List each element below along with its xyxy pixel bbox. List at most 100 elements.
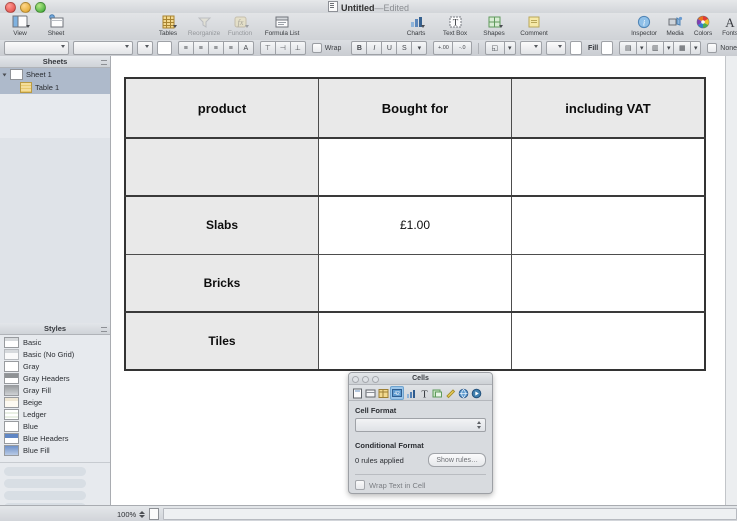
style-item-beige[interactable]: Beige [0,396,110,408]
disclosure-triangle-icon[interactable] [2,73,7,76]
vertical-scrollbar[interactable] [725,56,737,505]
toolbar-formula-list-button[interactable]: Formula List [258,13,306,37]
front-layer-button[interactable]: ▤ [619,41,638,55]
back-layer-menu[interactable]: ▾ [690,41,702,55]
font-style-select[interactable] [73,41,134,55]
table-row-header-cell[interactable]: Bricks [124,253,319,313]
table-header-cell[interactable]: product [124,77,319,139]
spreadsheet-table[interactable]: product Bought for including VAT Slabs £… [124,77,706,371]
style-item-blue-fill[interactable]: Blue Fill [0,444,110,456]
align-justify-button[interactable]: ≡ [222,41,239,55]
toolbar-colors-button[interactable]: Colors [689,13,717,37]
inspector-tab-graphic-icon[interactable] [431,387,443,399]
stroke-type-select[interactable] [519,41,542,55]
inspector-tab-quicktime-icon[interactable] [470,387,482,399]
toolbar-reorganize-button[interactable]: Reorganize [186,13,222,37]
stroke-style-button[interactable]: ◱ [484,41,505,55]
toolbar-text-box-button[interactable]: T Text Box [434,13,476,37]
table-cell[interactable] [511,311,706,371]
table-row-header-cell[interactable]: Tiles [124,311,319,371]
stepper-up-icon[interactable] [139,510,146,514]
inspector-tab-chart-icon[interactable] [405,387,417,399]
table-header-cell[interactable]: Bought for [318,77,512,139]
toolbar-tables-button[interactable]: Tables [150,13,186,37]
inspector-tab-cells-icon[interactable]: 42 [390,386,404,400]
none-checkbox[interactable]: None [707,43,737,53]
align-text-button[interactable]: A [237,41,254,55]
style-item-gray-headers[interactable]: Gray Headers [0,372,110,384]
stroke-menu-button[interactable]: ▾ [503,41,516,55]
stroke-width-select[interactable] [545,41,566,55]
resize-grip-icon[interactable] [101,327,107,332]
toolbar-media-button[interactable]: Media [661,13,689,37]
table-row-header-cell[interactable] [124,137,319,197]
table-cell[interactable] [511,137,706,197]
minimize-button[interactable] [362,376,369,383]
middle-layer-button[interactable]: ▥ [646,41,665,55]
inspector-tab-document-icon[interactable] [351,387,363,399]
toolbar-charts-button[interactable]: Charts [398,13,434,37]
wrap-text-in-cell-checkbox[interactable]: Wrap Text in Cell [355,480,486,490]
table-row-header-cell[interactable]: Slabs [124,195,319,255]
inspector-tab-metrics-icon[interactable] [444,387,456,399]
align-left-button[interactable]: ≡ [177,41,194,55]
resize-grip-icon[interactable] [101,60,107,65]
decimal-buttons-group[interactable]: +.00 -.0 [433,41,473,55]
inspector-window-controls[interactable] [352,376,379,383]
style-item-gray-fill[interactable]: Gray Fill [0,384,110,396]
layer-buttons-group[interactable]: ▤ ▾ ▥ ▾ ▦ ▾ [619,41,702,55]
italic-button[interactable]: I [366,41,383,55]
valign-bottom-button[interactable]: ⊥ [289,41,306,55]
table-cell[interactable] [318,137,512,197]
toolbar-fonts-button[interactable]: A Fonts [717,13,737,38]
style-item-basic[interactable]: Basic [0,336,110,348]
toolbar-sheet-button[interactable]: Sheet [38,13,74,37]
sidebar-item-sheet-1[interactable]: Sheet 1 [0,68,110,81]
fill-color-well[interactable] [601,41,614,55]
close-button[interactable] [352,376,359,383]
sidebar-item-table-1[interactable]: Table 1 [0,81,110,94]
cell-format-select[interactable] [355,418,486,432]
toolbar-function-button[interactable]: fx Function [222,13,258,37]
table-cell[interactable]: £1.00 [318,195,512,255]
wrap-checkbox[interactable]: Wrap [311,43,341,53]
table-cell[interactable] [511,253,706,313]
table-cell[interactable] [511,195,706,255]
toolbar-shapes-button[interactable]: Shapes [476,13,512,37]
align-center-button[interactable]: ≡ [192,41,209,55]
toolbar-view-button[interactable]: View [2,13,38,37]
zoom-button[interactable] [372,376,379,383]
inspector-tab-text-icon[interactable]: T [418,387,430,399]
more-style-button[interactable]: ▾ [411,41,428,55]
style-item-blue[interactable]: Blue [0,420,110,432]
font-size-select[interactable] [137,41,153,55]
strikethrough-button[interactable]: S [396,41,413,55]
style-item-basic-no-grid[interactable]: Basic (No Grid) [0,348,110,360]
table-cell[interactable] [318,311,512,371]
align-buttons-group[interactable]: ≡ ≡ ≡ ≡ A [177,41,254,55]
style-item-ledger[interactable]: Ledger [0,408,110,420]
inspector-tab-bar[interactable]: 42 T [349,385,492,401]
zoom-control[interactable]: 100% [117,510,146,519]
valign-buttons-group[interactable]: ⊤ ⊣ ⊥ [259,41,306,55]
stroke-group[interactable]: ◱ ▾ [484,41,516,55]
show-rules-button[interactable]: Show rules… [428,453,486,467]
page-view-icon[interactable] [149,508,160,520]
font-style-buttons-group[interactable]: B I U S ▾ [351,41,428,55]
align-right-button[interactable]: ≡ [207,41,224,55]
toolbar-comment-button[interactable]: Comment [512,13,556,37]
zoom-stepper[interactable] [139,510,146,518]
font-family-select[interactable] [4,41,70,55]
toolbar-inspector-button[interactable]: i Inspector [627,13,661,37]
valign-top-button[interactable]: ⊤ [259,41,276,55]
table-cell[interactable] [318,253,512,313]
stepper-down-icon[interactable] [139,514,146,518]
valign-middle-button[interactable]: ⊣ [274,41,291,55]
inspector-tab-hyperlink-icon[interactable] [457,387,469,399]
decrease-decimal-button[interactable]: -.0 [452,41,473,55]
increase-decimal-button[interactable]: +.00 [433,41,454,55]
back-layer-button[interactable]: ▦ [673,41,692,55]
inspector-tab-table-icon[interactable] [377,387,389,399]
style-item-blue-headers[interactable]: Blue Headers [0,432,110,444]
bold-button[interactable]: B [351,41,368,55]
